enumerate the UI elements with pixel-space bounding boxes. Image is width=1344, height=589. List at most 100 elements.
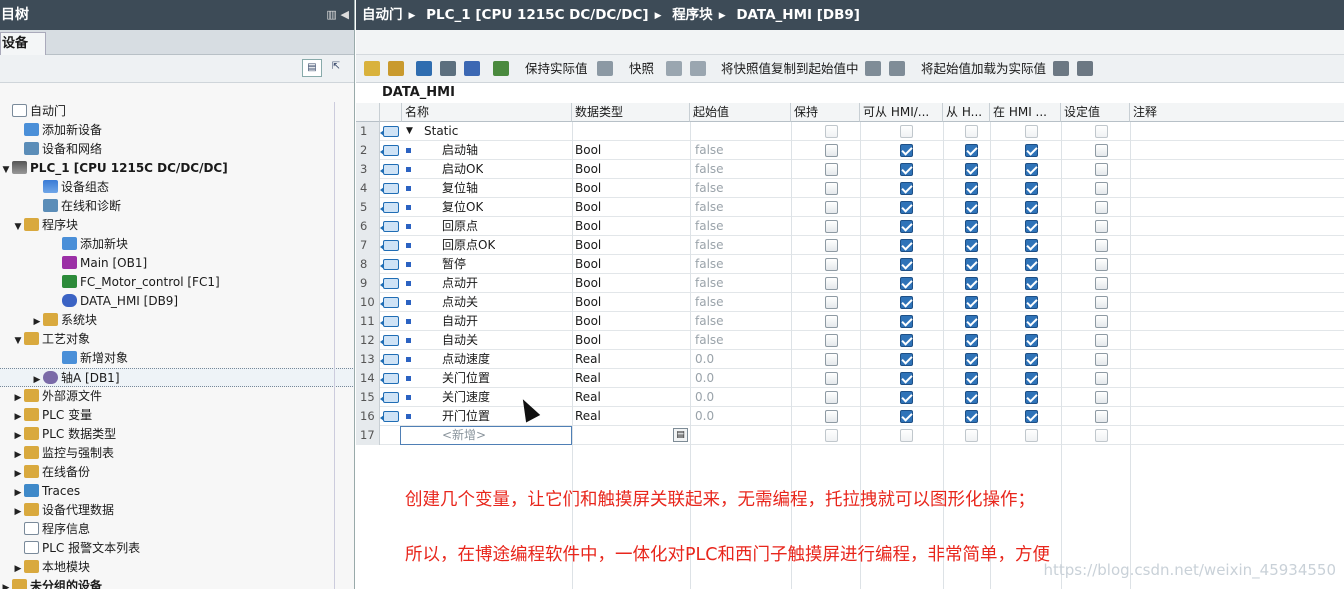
table-row[interactable]: 8 暂停 Bool false [356,255,1344,274]
hmi-access-checkbox[interactable] [900,353,913,366]
hmi-in-checkbox[interactable] [1025,334,1038,347]
retain-checkbox[interactable] [825,163,838,176]
setpoint-checkbox[interactable] [1095,125,1108,138]
row-datatype[interactable]: Bool [575,331,601,350]
hmi-access-checkbox[interactable] [900,391,913,404]
hmi-in-checkbox[interactable] [1025,163,1038,176]
hmi-in-checkbox[interactable] [1025,220,1038,233]
header-hmi-visible[interactable]: 从 H... [943,103,990,122]
snapshot-compare-icon[interactable] [690,61,706,76]
retain-checkbox[interactable] [825,353,838,366]
retain-checkbox[interactable] [825,125,838,138]
view-icon[interactable]: ▤ [302,59,322,77]
row-name[interactable]: 回原点 [442,217,478,236]
retain-checkbox[interactable] [825,258,838,271]
tree-item[interactable]: ▼ PLC_1 [CPU 1215C DC/DC/DC] [0,159,354,178]
table-row[interactable]: 16 开门位置 Real 0.0 [356,407,1344,426]
insert-row-icon[interactable] [364,61,380,76]
hmi-visible-checkbox[interactable] [965,125,978,138]
load-start-all-icon[interactable] [1077,61,1093,76]
collapse-all-icon[interactable] [440,61,456,76]
row-datatype[interactable]: Bool [575,274,601,293]
hmi-visible-checkbox[interactable] [965,182,978,195]
hmi-in-checkbox[interactable] [1025,201,1038,214]
tree-item[interactable]: ▶ 设备代理数据 [0,501,354,520]
tab-devices[interactable]: 设备 [0,32,46,55]
tree-item[interactable]: ▶ 轴A [DB1] [0,368,354,387]
setpoint-checkbox[interactable] [1095,429,1108,442]
breadcrumb-item[interactable]: DATA_HMI [DB9] [736,7,860,23]
row-name[interactable]: 点动关 [442,293,478,312]
collapse-icon[interactable]: ▼ [406,122,413,141]
hmi-in-checkbox[interactable] [1025,315,1038,328]
hmi-visible-checkbox[interactable] [965,239,978,252]
table-row[interactable]: 15 关门速度 Real 0.0 [356,388,1344,407]
setpoint-checkbox[interactable] [1095,391,1108,404]
row-start-value[interactable]: false [695,198,724,217]
retain-checkbox[interactable] [825,144,838,157]
header-datatype[interactable]: 数据类型 [572,103,690,122]
snapshot-button[interactable]: 快照 [629,55,654,83]
hmi-visible-checkbox[interactable] [965,429,978,442]
new-row-input[interactable]: <新增> [442,426,486,445]
tree-item[interactable]: ▶ PLC 数据类型 [0,425,354,444]
retain-checkbox[interactable] [825,429,838,442]
hmi-access-checkbox[interactable] [900,372,913,385]
hmi-in-checkbox[interactable] [1025,258,1038,271]
setpoint-checkbox[interactable] [1095,372,1108,385]
load-start-icon[interactable] [1053,61,1069,76]
row-start-value[interactable]: false [695,160,724,179]
hmi-visible-checkbox[interactable] [965,163,978,176]
setpoint-checkbox[interactable] [1095,239,1108,252]
hmi-access-checkbox[interactable] [900,220,913,233]
panel-pin-icon[interactable]: ▥ ◀ [326,0,349,30]
hmi-visible-checkbox[interactable] [965,315,978,328]
hmi-visible-checkbox[interactable] [965,334,978,347]
row-name[interactable]: 回原点OK [442,236,495,255]
row-name[interactable]: 自动关 [442,331,478,350]
hmi-visible-checkbox[interactable] [965,296,978,309]
retain-checkbox[interactable] [825,201,838,214]
retain-checkbox[interactable] [825,391,838,404]
tree-item[interactable]: ▶ 监控与强制表 [0,444,354,463]
tree-item[interactable]: 设备组态 [0,178,354,197]
hmi-visible-checkbox[interactable] [965,220,978,233]
tree-item[interactable]: DATA_HMI [DB9] [0,292,354,311]
hmi-visible-checkbox[interactable] [965,372,978,385]
tree-item[interactable]: 设备和网络 [0,140,354,159]
row-name[interactable]: 点动开 [442,274,478,293]
tree-item[interactable]: 自动门 [0,102,354,121]
hmi-access-checkbox[interactable] [900,410,913,423]
tree-item[interactable]: ▶ 系统块 [0,311,354,330]
row-name[interactable]: 复位OK [442,198,483,217]
row-name[interactable]: Static [424,122,458,141]
setpoint-checkbox[interactable] [1095,277,1108,290]
table-row[interactable]: 6 回原点 Bool false [356,217,1344,236]
row-start-value[interactable]: 0.0 [695,388,714,407]
tree-item[interactable]: 添加新块 [0,235,354,254]
breadcrumb-item[interactable]: 程序块 [672,7,713,23]
row-datatype[interactable]: Bool [575,160,601,179]
tree-item[interactable]: FC_Motor_control [FC1] [0,273,354,292]
row-name[interactable]: 启动OK [442,160,483,179]
row-datatype[interactable]: Bool [575,179,601,198]
tree-item[interactable]: ▶ Traces [0,482,354,501]
row-start-value[interactable]: 0.0 [695,407,714,426]
table-row[interactable]: 3 启动OK Bool false [356,160,1344,179]
table-row[interactable]: 9 点动开 Bool false [356,274,1344,293]
setpoint-checkbox[interactable] [1095,220,1108,233]
hmi-in-checkbox[interactable] [1025,144,1038,157]
row-start-value[interactable]: 0.0 [695,350,714,369]
hmi-visible-checkbox[interactable] [965,410,978,423]
hmi-visible-checkbox[interactable] [965,277,978,290]
hmi-visible-checkbox[interactable] [965,353,978,366]
tree-item[interactable]: ▶ 在线备份 [0,463,354,482]
keep-actual-icon[interactable] [597,61,613,76]
new-window-icon[interactable]: ⇱ [326,59,346,77]
tree-expander-icon[interactable]: ▶ [0,579,12,589]
tree-item[interactable]: 程序信息 [0,520,354,539]
load-start-button[interactable]: 将起始值加载为实际值 [921,55,1046,83]
row-start-value[interactable]: false [695,312,724,331]
hmi-access-checkbox[interactable] [900,182,913,195]
row-name[interactable]: 点动速度 [442,350,490,369]
